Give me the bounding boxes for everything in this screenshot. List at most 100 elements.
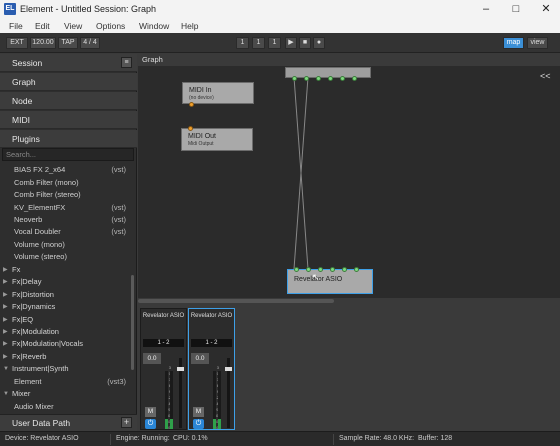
sidebar-item-session[interactable]: Session ≡: [0, 54, 137, 72]
audio-out-port[interactable]: [328, 76, 333, 81]
plugin-format: (vst3): [107, 377, 126, 386]
midi-in-port[interactable]: [188, 126, 193, 131]
node-revelator-asio-output[interactable]: Revelator ASIO ↖: [287, 267, 373, 294]
category-fx-modulation[interactable]: ▶ Fx|Modulation: [0, 326, 130, 338]
menu-list-icon[interactable]: ≡: [121, 57, 132, 68]
menu-view[interactable]: View: [64, 21, 82, 31]
sidebar-item-midi[interactable]: MIDI: [0, 111, 137, 129]
category-fx-modulation-vocals[interactable]: ▶ Fx|Modulation|Vocals: [0, 338, 130, 350]
list-item[interactable]: Volume (mono): [0, 239, 130, 251]
node-midi-in[interactable]: MIDI In (no device): [182, 82, 254, 107]
category-label: Mixer: [12, 389, 31, 398]
beat-counter: 1: [252, 37, 265, 49]
ext-sync-button[interactable]: EXT: [6, 37, 28, 49]
map-button[interactable]: map: [503, 37, 524, 49]
list-item[interactable]: Comb Filter (mono): [0, 177, 130, 189]
menu-help[interactable]: Help: [181, 21, 198, 31]
category-fx-reverb[interactable]: ▶ Fx|Reverb: [0, 351, 130, 363]
stop-icon[interactable]: ■: [299, 37, 311, 49]
status-bar: Device: Revelator ASIO Engine: Running: …: [0, 431, 560, 446]
audio-out-port[interactable]: [352, 76, 357, 81]
tempo-field[interactable]: 120.00: [30, 37, 56, 49]
level-meter: [218, 371, 221, 429]
mixer-strip-selected[interactable]: Revelator ASIO 1 - 2 0.0 303691216203040…: [188, 308, 235, 430]
chevron-right-icon: ▶: [3, 304, 8, 310]
audio-out-port[interactable]: [292, 76, 297, 81]
plugin-list-scrollbar[interactable]: [131, 275, 134, 370]
io-channel-selector[interactable]: 1 - 2: [143, 339, 184, 347]
list-item[interactable]: BIAS FX 2_x64 (vst): [0, 164, 130, 176]
category-fx-dynamics[interactable]: ▶ Fx|Dynamics: [0, 301, 130, 313]
node-midi-out[interactable]: MIDI Out Midi Output: [181, 126, 253, 151]
category-mixer[interactable]: ▼ Mixer: [0, 388, 130, 400]
view-button[interactable]: view: [527, 37, 548, 49]
menu-edit[interactable]: Edit: [35, 21, 50, 31]
status-buffer: Buffer: 128: [418, 435, 453, 442]
category-fx[interactable]: ▶ Fx: [0, 264, 130, 276]
mixer-strip[interactable]: Revelator ASIO 1 - 2 0.0 303691216203040…: [140, 308, 187, 430]
list-item[interactable]: Audio Mixer: [0, 401, 130, 413]
audio-out-port[interactable]: [316, 76, 321, 81]
power-icon[interactable]: ⏻: [145, 419, 156, 429]
play-icon[interactable]: ▶: [285, 37, 297, 49]
bar-counter: 1: [236, 37, 249, 49]
record-icon[interactable]: ●: [313, 37, 325, 49]
list-item[interactable]: Comb Filter (stereo): [0, 189, 130, 201]
toolbar: EXT 120.00 TAP 4 / 4 1 1 1 ▶ ■ ● map vie…: [0, 33, 560, 53]
maximize-icon[interactable]: □: [502, 0, 530, 19]
category-fx-delay[interactable]: ▶ Fx|Delay: [0, 276, 130, 288]
category-label: Fx|Modulation: [12, 327, 59, 336]
fader-handle[interactable]: [177, 367, 184, 371]
menu-options[interactable]: Options: [96, 21, 125, 31]
sidebar-item-graph[interactable]: Graph: [0, 73, 137, 91]
chevron-right-icon: ▶: [3, 354, 8, 360]
chevron-right-icon: ▶: [3, 292, 8, 298]
minimize-icon[interactable]: –: [472, 0, 500, 19]
sidebar-item-plugins[interactable]: Plugins: [0, 130, 137, 148]
mute-button[interactable]: M: [145, 407, 156, 417]
list-item[interactable]: Neoverb (vst): [0, 214, 130, 226]
tap-tempo-button[interactable]: TAP: [58, 37, 78, 49]
time-signature-field[interactable]: 4 / 4: [80, 37, 100, 49]
category-instrument-synth[interactable]: ▼ Instrument|Synth: [0, 363, 130, 375]
sidebar-item-node[interactable]: Node: [0, 92, 137, 110]
sidebar-item-label: Plugins: [12, 134, 40, 144]
audio-out-port[interactable]: [340, 76, 345, 81]
audio-in-port[interactable]: [306, 267, 311, 272]
tick-counter: 1: [268, 37, 281, 49]
audio-in-port[interactable]: [294, 267, 299, 272]
list-item[interactable]: KV_ElementFX (vst): [0, 202, 130, 214]
close-icon[interactable]: ✕: [532, 0, 560, 19]
io-channel-selector[interactable]: 1 - 2: [191, 339, 232, 347]
list-item[interactable]: Volume (stereo): [0, 251, 130, 263]
category-fx-eq[interactable]: ▶ Fx|EQ: [0, 314, 130, 326]
gain-value[interactable]: 0.0: [191, 353, 209, 364]
collapse-panel-button[interactable]: <<: [540, 71, 551, 81]
graph-horizontal-scrollbar[interactable]: [138, 299, 334, 303]
audio-in-port[interactable]: [330, 267, 335, 272]
power-icon[interactable]: ⏻: [193, 419, 204, 429]
audio-out-port[interactable]: [304, 76, 309, 81]
user-data-path-item[interactable]: User Data Path: [0, 414, 137, 431]
add-button[interactable]: +: [121, 417, 132, 428]
gain-value[interactable]: 0.0: [143, 353, 161, 364]
meter-fill: [170, 419, 173, 429]
audio-in-port[interactable]: [354, 267, 359, 272]
menu-file[interactable]: File: [9, 21, 23, 31]
node-audio-input[interactable]: [285, 67, 371, 81]
node-title: MIDI Out: [188, 133, 217, 140]
list-item[interactable]: Vocal Doubler (vst): [0, 226, 130, 238]
category-fx-distortion[interactable]: ▶ Fx|Distortion: [0, 289, 130, 301]
plugin-search-input[interactable]: Search...: [2, 148, 134, 161]
meter-fill: [218, 419, 221, 429]
audio-in-port[interactable]: [342, 267, 347, 272]
fader-handle[interactable]: [225, 367, 232, 371]
level-meter: [213, 371, 216, 429]
list-item[interactable]: Element (vst3): [0, 376, 130, 388]
mute-button[interactable]: M: [193, 407, 204, 417]
title-bar: EL Element - Untitled Session: Graph – □…: [0, 0, 560, 19]
menu-window[interactable]: Window: [139, 21, 169, 31]
node-title: MIDI In: [189, 87, 212, 94]
plugin-name: KV_ElementFX: [14, 203, 66, 212]
midi-out-port[interactable]: [189, 102, 194, 107]
